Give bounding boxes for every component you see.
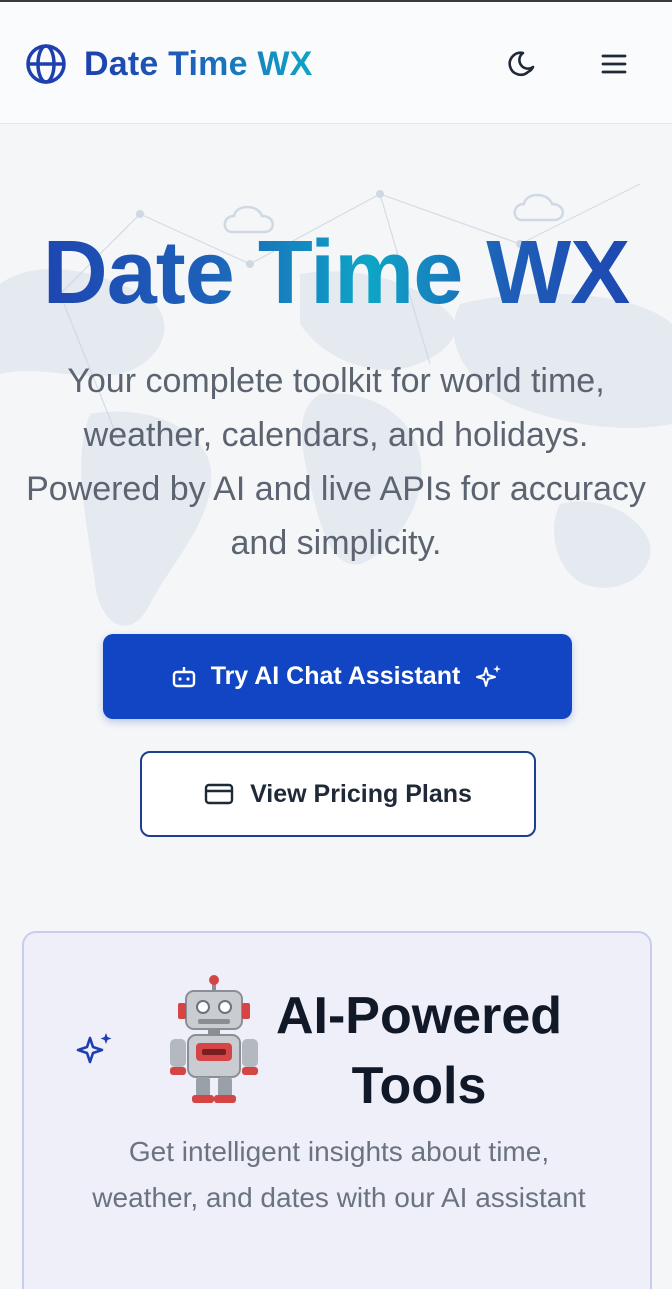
try-ai-chat-button[interactable]: Try AI Chat Assistant — [103, 634, 572, 719]
sparkles-icon — [476, 664, 502, 687]
moon-icon[interactable] — [504, 46, 540, 82]
bot-icon — [172, 666, 195, 687]
sparkles-icon — [76, 1033, 112, 1064]
brand-link[interactable]: Date Time WX — [24, 42, 313, 86]
brand-title: Date Time WX — [84, 44, 313, 83]
view-pricing-label: View Pricing Plans — [250, 779, 472, 808]
site-header: Date Time WX — [0, 2, 672, 124]
ai-card-title: AI-Powered Tools — [275, 987, 563, 1115]
credit-card-icon — [204, 783, 234, 805]
view-pricing-button[interactable]: View Pricing Plans — [140, 751, 536, 837]
try-ai-chat-label: Try AI Chat Assistant — [210, 662, 461, 690]
hero-subtitle: Your complete toolkit for world time, we… — [26, 362, 646, 562]
hero-section: Date Time WX Your complete toolkit for w… — [0, 124, 672, 1289]
globe-icon — [26, 44, 66, 84]
ai-powered-tools-card: AI-Powered Tools Get intelligent insight… — [22, 931, 652, 1289]
robot-icon — [170, 975, 258, 1103]
ai-card-description: Get intelligent insights about time, wea… — [92, 1136, 586, 1213]
hero-title: Date Time WX — [0, 222, 672, 325]
hamburger-menu-icon[interactable] — [596, 46, 632, 82]
